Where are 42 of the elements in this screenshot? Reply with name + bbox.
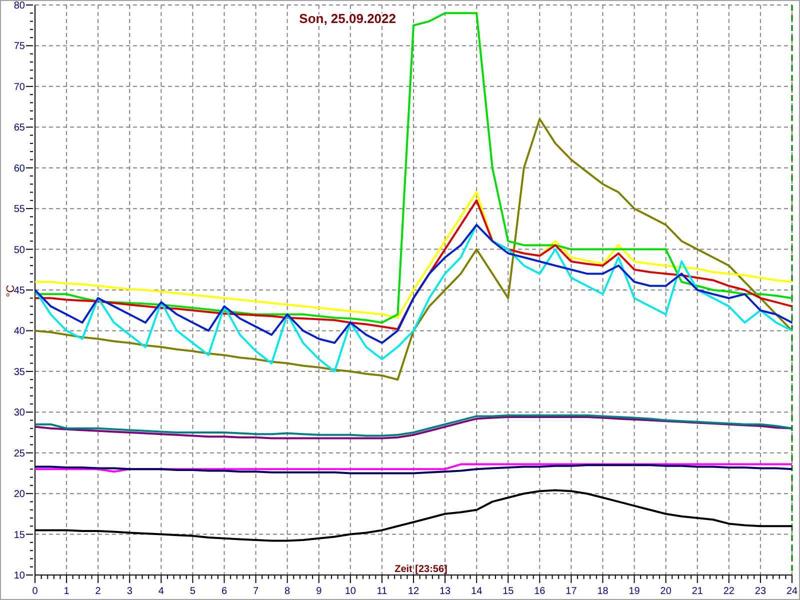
x-tick-label: 1 — [64, 586, 70, 597]
x-tick-label: 20 — [660, 586, 672, 597]
y-tick-label: 80 — [14, 1, 25, 12]
y-tick-label: 15 — [14, 530, 25, 541]
x-tick-label: 19 — [628, 586, 640, 597]
x-tick-label: 6 — [221, 586, 228, 597]
x-tick-label: 8 — [284, 586, 290, 597]
x-tick-label: 5 — [190, 586, 196, 597]
y-tick-label: 10 — [14, 570, 25, 582]
y-tick-label: 25 — [14, 448, 25, 460]
x-tick-label: 12 — [408, 586, 420, 597]
x-tick-label: 24 — [786, 586, 798, 597]
y-tick-label: 65 — [14, 122, 25, 134]
y-tick-label: 45 — [14, 286, 25, 296]
x-tick-label: 7 — [253, 586, 259, 597]
y-tick-label: 40 — [14, 326, 25, 338]
x-tick-label: 21 — [692, 586, 703, 597]
chart-title: Son, 25.09.2022 — [299, 11, 396, 26]
x-tick-label: 10 — [344, 586, 356, 597]
x-tick-label: 2 — [95, 586, 101, 597]
x-tick-label: 22 — [723, 586, 734, 597]
x-tick-label: 15 — [502, 586, 514, 597]
x-tick-label: 18 — [597, 586, 608, 597]
y-tick-label: 55 — [14, 204, 25, 216]
y-tick-label: 70 — [14, 82, 25, 93]
y-tick-label: 50 — [14, 244, 25, 256]
y-tick-label: 30 — [14, 408, 25, 419]
x-tick-label: 11 — [376, 586, 388, 597]
x-tick-label: 23 — [754, 586, 766, 597]
y-tick-label: 35 — [14, 366, 25, 378]
y-tick-label: 60 — [14, 163, 25, 174]
x-tick-label: 16 — [534, 586, 546, 597]
x-tick-label: 13 — [439, 586, 451, 597]
x-tick-label: 14 — [471, 586, 482, 597]
y-tick-label: 20 — [14, 489, 25, 500]
x-tick-label: 3 — [126, 586, 132, 597]
x-tick-label: 4 — [158, 586, 164, 597]
y-tick-label: 75 — [14, 41, 25, 52]
x-tick-label: 9 — [316, 586, 322, 597]
x-tick-label: 0 — [32, 586, 38, 597]
x-tick-label: 17 — [566, 586, 577, 597]
x-axis-label: Zeit [23:56] — [394, 564, 448, 575]
